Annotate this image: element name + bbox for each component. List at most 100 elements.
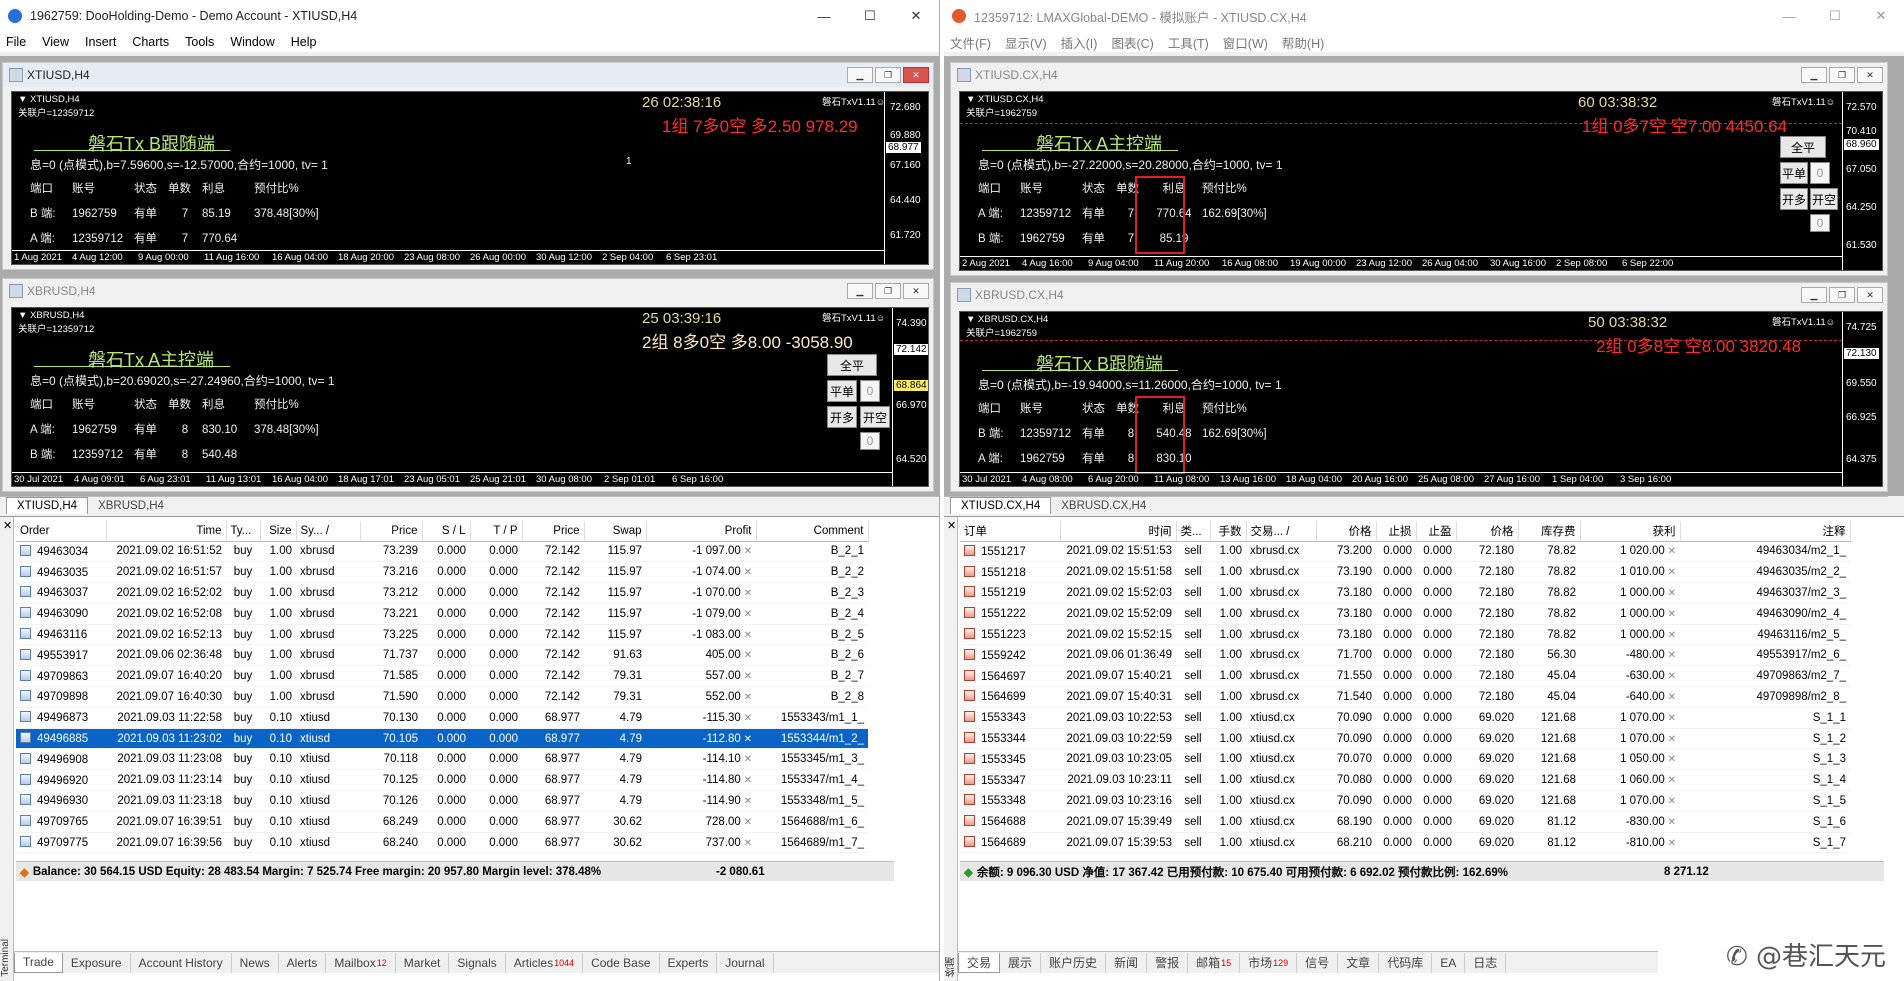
table-row[interactable]: 1551219 2021.09.02 15:52:03 sell 1.00 xbrusd…: [960, 582, 1850, 604]
terminal-tab[interactable]: Articles 1044: [506, 952, 584, 973]
price-chart[interactable]: ▼ XBRUSD,H4 关联户=12359712 磐石TxV1.11☺ 25 0…: [11, 307, 929, 487]
close-order-icon[interactable]: ✕: [741, 609, 752, 620]
minimize-button[interactable]: —: [801, 0, 847, 32]
terminal-tab[interactable]: Account History: [131, 952, 232, 973]
close-order-icon[interactable]: ✕: [1665, 630, 1676, 641]
table-row[interactable]: 1551218 2021.09.02 15:51:58 sell 1.00 xbrusd…: [960, 561, 1850, 584]
close-order-icon[interactable]: ✕: [1665, 754, 1676, 765]
column-header[interactable]: S / L: [422, 521, 471, 542]
terminal-tab[interactable]: Signals: [449, 952, 506, 973]
table-row[interactable]: 49496920 2021.09.03 11:23:14 buy 0.10 xtiusd…: [16, 769, 868, 792]
terminal-tab[interactable]: Experts: [660, 952, 718, 973]
column-header[interactable]: 库存费: [1518, 521, 1581, 542]
chart-window-titlebar[interactable]: XTIUSD.CX,H4 ▁ ❐ ✕: [951, 63, 1887, 87]
chart-window-titlebar[interactable]: XTIUSD,H4 ▁ ❐ ✕: [3, 63, 933, 87]
column-header[interactable]: Comment: [756, 521, 869, 542]
column-header[interactable]: Price: [522, 521, 585, 542]
chart-window-titlebar[interactable]: XBRUSD,H4 ▁ ❐ ✕: [3, 279, 933, 303]
terminal-tab[interactable]: Alerts: [279, 952, 327, 973]
terminal-tab[interactable]: Market: [396, 952, 450, 973]
close-button[interactable]: ✕: [893, 0, 939, 32]
column-header[interactable]: 订单: [960, 521, 1061, 542]
chart-restore-button[interactable]: ❐: [1829, 67, 1855, 83]
menu-charts[interactable]: Charts: [132, 35, 169, 49]
table-row[interactable]: 1553343 2021.09.03 10:22:53 sell 1.00 xtiusd…: [960, 707, 1850, 729]
table-row[interactable]: 49709775 2021.09.07 16:39:56 buy 0.10 xtiusd…: [16, 832, 868, 854]
table-row[interactable]: 1551217 2021.09.02 15:51:53 sell 1.00 xbrusd…: [960, 541, 1850, 563]
maximize-button[interactable]: ☐: [1812, 0, 1858, 32]
chart-close-button[interactable]: ✕: [1857, 287, 1883, 303]
terminal-tab[interactable]: Mailbox 12: [326, 952, 396, 973]
close-order-icon[interactable]: ✕: [741, 713, 752, 724]
terminal-tab[interactable]: Journal: [717, 952, 774, 973]
chart-tab-xtiusd-cx[interactable]: XTIUSD.CX,H4: [950, 497, 1052, 514]
menu-file[interactable]: 文件(F): [950, 33, 991, 52]
column-header[interactable]: 类...: [1176, 521, 1211, 542]
menu-view[interactable]: 显示(V): [1005, 33, 1047, 52]
column-header[interactable]: 注释: [1680, 521, 1851, 542]
menu-charts[interactable]: 图表(C): [1111, 33, 1153, 52]
close-order-icon[interactable]: ✕: [1665, 588, 1676, 599]
open-long-button[interactable]: 开多: [1780, 188, 1808, 210]
menu-file[interactable]: File: [6, 35, 26, 49]
table-row[interactable]: 49496885 2021.09.03 11:23:02 buy 0.10 xtiusd…: [16, 728, 868, 750]
column-header[interactable]: Swap: [584, 521, 647, 542]
table-row[interactable]: 1559242 2021.09.06 01:36:49 sell 1.00 xbrusd…: [960, 644, 1850, 667]
chart-restore-button[interactable]: ❐: [1829, 287, 1855, 303]
close-order-icon[interactable]: ✕: [741, 588, 752, 599]
table-row[interactable]: 1564689 2021.09.07 15:39:53 sell 1.00 xtiusd…: [960, 832, 1850, 854]
terminal-tab[interactable]: 交易: [958, 952, 1001, 973]
column-header[interactable]: Profit: [646, 521, 757, 542]
table-row[interactable]: 1553345 2021.09.03 10:23:05 sell 1.00 xtiusd…: [960, 748, 1850, 771]
price-chart[interactable]: ▼ XTIUSD,H4 关联户=12359712 磐石TxV1.11☺ 26 0…: [11, 91, 929, 265]
price-chart[interactable]: ▼ XTIUSD.CX,H4 关联户=1962759 磐石TxV1.11☺ 60…: [959, 91, 1883, 271]
column-header[interactable]: Order: [16, 521, 107, 542]
chart-close-button[interactable]: ✕: [903, 67, 929, 83]
table-row[interactable]: 1551223 2021.09.02 15:52:15 sell 1.00 xbrusd…: [960, 624, 1850, 646]
terminal-tab[interactable]: 账户历史: [1041, 952, 1107, 973]
chart-minimize-button[interactable]: ▁: [1801, 67, 1827, 83]
table-row[interactable]: 49463116 2021.09.02 16:52:13 buy 1.00 xbrusd…: [16, 624, 868, 646]
terminal-tab[interactable]: EA: [1432, 952, 1466, 973]
table-row[interactable]: 1564699 2021.09.07 15:40:31 sell 1.00 xbrusd…: [960, 686, 1850, 708]
table-row[interactable]: 49496930 2021.09.03 11:23:18 buy 0.10 xtiusd…: [16, 790, 868, 812]
table-row[interactable]: 1553344 2021.09.03 10:22:59 sell 1.00 xtiusd…: [960, 728, 1850, 750]
chart-close-button[interactable]: ✕: [1857, 67, 1883, 83]
terminal-close-icon[interactable]: ✕: [3, 519, 12, 532]
table-row[interactable]: 49709898 2021.09.07 16:40:30 buy 1.00 xbrusd…: [16, 686, 868, 708]
open-short-button[interactable]: 开空: [1810, 188, 1838, 210]
close-order-icon[interactable]: ✕: [741, 692, 752, 703]
close-order-button[interactable]: 平单: [827, 380, 857, 402]
close-order-icon[interactable]: ✕: [741, 546, 752, 557]
table-row[interactable]: 1564688 2021.09.07 15:39:49 sell 1.00 xtiusd…: [960, 811, 1850, 833]
column-header[interactable]: 手数: [1210, 521, 1247, 542]
terminal-tab[interactable]: Exposure: [63, 952, 131, 973]
close-order-icon[interactable]: ✕: [1665, 713, 1676, 724]
close-order-icon[interactable]: ✕: [1665, 546, 1676, 557]
close-order-icon[interactable]: ✕: [1665, 775, 1676, 786]
terminal-close-icon[interactable]: ✕: [947, 519, 956, 532]
column-header[interactable]: Sy... /: [296, 521, 361, 542]
table-row[interactable]: 49463037 2021.09.02 16:52:02 buy 1.00 xbrusd…: [16, 582, 868, 604]
menu-window[interactable]: 窗口(W): [1223, 33, 1268, 52]
maximize-button[interactable]: ☐: [847, 0, 893, 32]
table-row[interactable]: 1551222 2021.09.02 15:52:09 sell 1.00 xbrusd…: [960, 603, 1850, 625]
column-header[interactable]: Ty...: [226, 521, 261, 542]
chart-tab-xbrusd-cx[interactable]: XBRUSD.CX,H4: [1051, 497, 1156, 514]
chart-minimize-button[interactable]: ▁: [847, 283, 873, 299]
table-row[interactable]: 1553347 2021.09.03 10:23:11 sell 1.00 xtiusd…: [960, 769, 1850, 792]
close-order-icon[interactable]: ✕: [1665, 671, 1676, 682]
close-order-icon[interactable]: ✕: [741, 630, 752, 641]
terminal-tab[interactable]: 信号: [1297, 952, 1339, 973]
chart-tab-xtiusd[interactable]: XTIUSD,H4: [6, 497, 89, 514]
close-order-icon[interactable]: ✕: [1665, 567, 1676, 578]
table-row[interactable]: 49709765 2021.09.07 16:39:51 buy 0.10 xtiusd…: [16, 811, 868, 833]
open-long-button[interactable]: 开多: [827, 406, 857, 428]
order-count-field[interactable]: 0: [860, 432, 880, 450]
table-row[interactable]: 49463035 2021.09.02 16:51:57 buy 1.00 xbrusd…: [16, 561, 868, 584]
close-order-icon[interactable]: ✕: [1665, 734, 1676, 745]
terminal-tab[interactable]: 警报: [1147, 952, 1189, 973]
close-button[interactable]: ✕: [1858, 0, 1904, 32]
price-chart[interactable]: ▼ XBRUSD.CX,H4 关联户=1962759 磐石TxV1.11☺ 50…: [959, 311, 1883, 487]
menu-view[interactable]: View: [42, 35, 69, 49]
